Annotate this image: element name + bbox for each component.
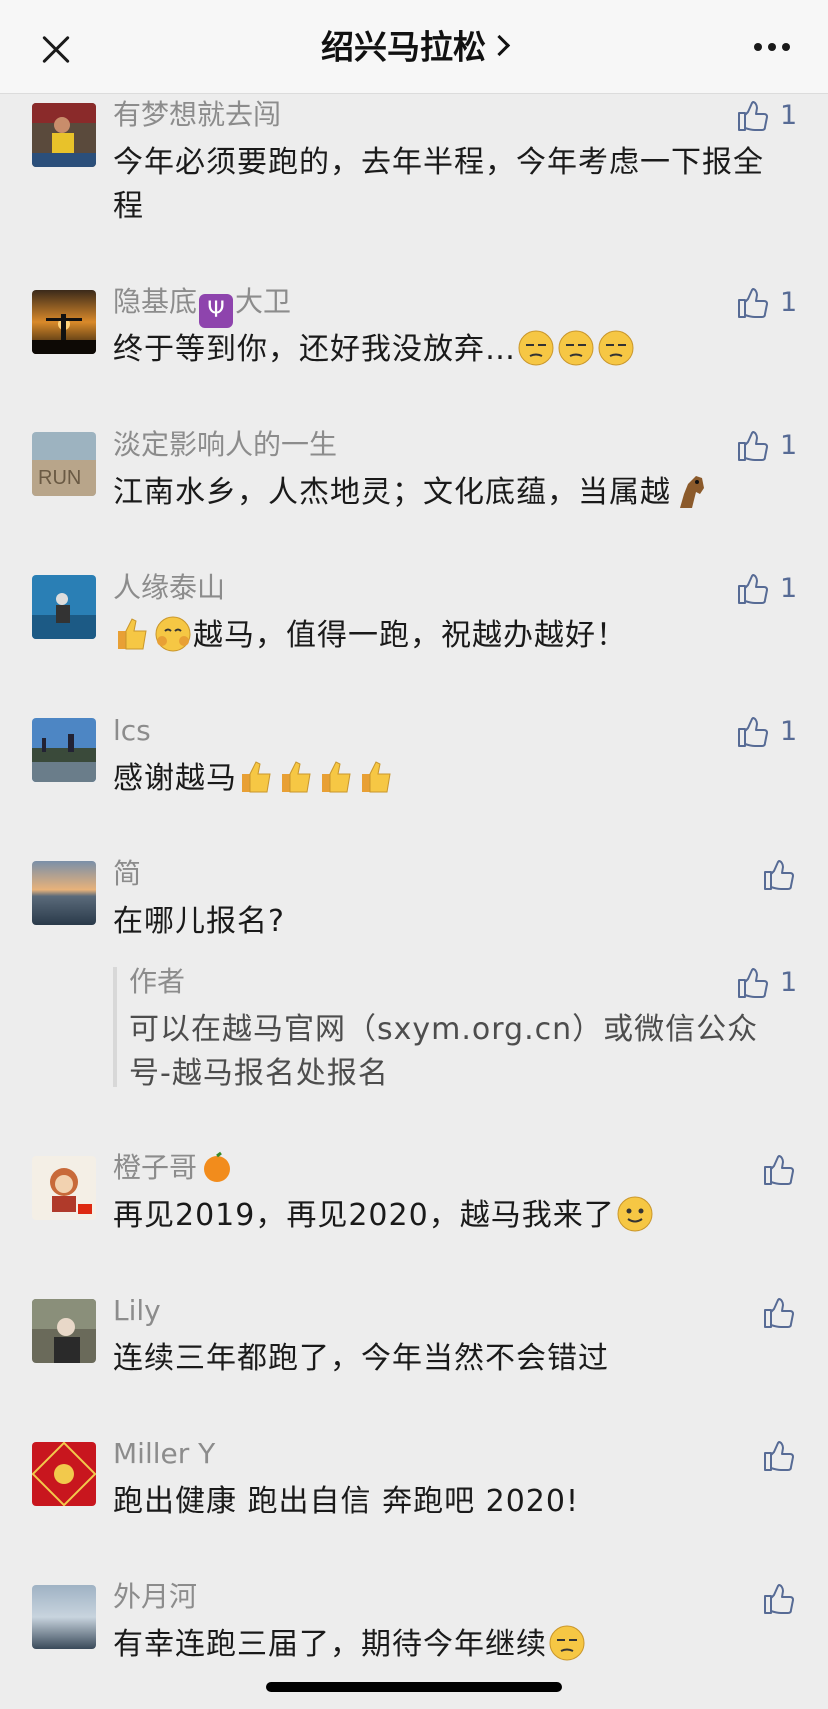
thumbs-up-emoji-icon	[358, 758, 396, 796]
thumbs-up-icon[interactable]	[762, 1297, 796, 1329]
avatar[interactable]	[32, 1585, 96, 1649]
comment-text: 江南水乡，人杰地灵；文化底蕴，当属越	[113, 475, 671, 510]
comment-text-row: 有幸连跑三届了，期待今年继续	[113, 1623, 793, 1667]
comment-text: 有幸连跑三届了，期待今年继续	[113, 1627, 547, 1662]
chevron-right-icon	[488, 34, 511, 57]
comment-text: 今年必须要跑的，去年半程，今年考虑一下报全程	[113, 145, 764, 224]
avatar[interactable]	[32, 290, 96, 354]
thumbs-up-icon[interactable]	[736, 430, 770, 462]
avatar[interactable]: RUN	[32, 432, 96, 496]
avatar[interactable]	[32, 1442, 96, 1506]
thumbs-up-emoji-icon	[114, 615, 152, 653]
thumbs-up-emoji-icon	[238, 758, 276, 796]
avatar[interactable]	[32, 861, 96, 925]
like-count: 1	[780, 716, 798, 747]
account-title: 绍兴马拉松	[321, 27, 486, 67]
commenter-name: 人缘泰山	[113, 571, 226, 604]
commenter-name: lcs	[113, 714, 151, 747]
comment-text-row: 终于等到你，还好我没放弃…	[113, 328, 793, 372]
commenter-name: 简	[113, 857, 142, 890]
smile-emoji-icon	[616, 1195, 654, 1233]
commenter-name: 隐基底 Ψ 大卫	[113, 284, 291, 328]
comment-text: 终于等到你，还好我没放弃…	[113, 332, 516, 367]
comment-text: 跑出健康 跑出自信 奔跑吧 2020!	[113, 1484, 579, 1519]
like-count: 1	[780, 967, 798, 998]
thumbs-up-icon[interactable]	[736, 287, 770, 319]
account-title-link[interactable]: 绍兴马拉松	[0, 26, 828, 68]
avatar[interactable]	[32, 575, 96, 639]
thumbs-up-icon[interactable]	[736, 100, 770, 132]
smirk-emoji-icon	[517, 329, 555, 367]
commenter-name: 有梦想就去闯	[113, 98, 282, 131]
thumbs-up-emoji-icon	[318, 758, 356, 796]
like-count: 1	[780, 430, 798, 461]
reply-author: 作者	[129, 965, 186, 998]
comment-text: 再见2019，再见2020，越马我来了	[113, 1198, 615, 1233]
top-bar: 绍兴马拉松	[0, 0, 828, 94]
thumbs-up-emoji-icon	[278, 758, 316, 796]
thumbs-up-icon[interactable]	[736, 716, 770, 748]
avatar[interactable]	[32, 1156, 96, 1220]
comment-text: 连续三年都跑了，今年当然不会错过	[113, 1341, 609, 1376]
comment-text: 越马，值得一跑，祝越办越好！	[193, 618, 627, 653]
tangerine-emoji-icon	[201, 1151, 233, 1183]
horse-emoji-icon	[672, 472, 710, 510]
home-indicator[interactable]	[266, 1682, 562, 1692]
thumbs-up-icon[interactable]	[762, 1583, 796, 1615]
more-options-icon[interactable]	[754, 43, 794, 53]
reply-text: 可以在越马官网（sxym.org.cn）或微信公众号-越马报名处报名	[129, 1012, 759, 1091]
svg-text:RUN: RUN	[38, 467, 81, 489]
thumbs-up-icon[interactable]	[762, 1154, 796, 1186]
commenter-name-row: 橙子哥	[113, 1150, 233, 1186]
article-comments-page: 绍兴马拉松 有梦想就去闯 1 今年必须要跑的，去年半程，今年考虑一下报全程 隐基…	[0, 0, 828, 1709]
commenter-name-part2: 大卫	[235, 285, 292, 318]
commenter-name: 淡定影响人的一生	[113, 428, 338, 461]
comment-text-row: 再见2019，再见2020，越马我来了	[113, 1194, 793, 1238]
avatar[interactable]	[32, 718, 96, 782]
thumbs-up-icon[interactable]	[762, 859, 796, 891]
thumbs-up-icon[interactable]	[736, 967, 770, 999]
avatar[interactable]	[32, 103, 96, 167]
like-count: 1	[780, 287, 798, 318]
hugging-face-emoji-icon	[154, 615, 192, 653]
comment-text: 在哪儿报名?	[113, 904, 285, 939]
comment-text: 感谢越马	[113, 761, 237, 796]
menorah-emoji-icon: Ψ	[199, 294, 234, 328]
like-count: 1	[780, 573, 798, 604]
thumbs-up-icon[interactable]	[736, 573, 770, 605]
like-count: 1	[780, 100, 798, 131]
smirk-emoji-icon	[557, 329, 595, 367]
thumbs-up-icon[interactable]	[762, 1440, 796, 1472]
smirk-emoji-icon	[597, 329, 635, 367]
commenter-name: Lily	[113, 1294, 161, 1327]
reply-divider	[113, 967, 117, 1087]
commenter-name: 外月河	[113, 1580, 198, 1613]
avatar[interactable]	[32, 1299, 96, 1363]
comment-text-row: 感谢越马	[113, 757, 793, 801]
commenter-name-part1: 隐基底	[113, 285, 198, 318]
commenter-name: Miller Y	[113, 1437, 216, 1470]
commenter-name: 橙子哥	[113, 1151, 198, 1184]
comment-text-row: 越马，值得一跑，祝越办越好！	[113, 614, 793, 658]
smirk-emoji-icon	[548, 1624, 586, 1662]
comment-text-row: 江南水乡，人杰地灵；文化底蕴，当属越	[113, 471, 793, 515]
